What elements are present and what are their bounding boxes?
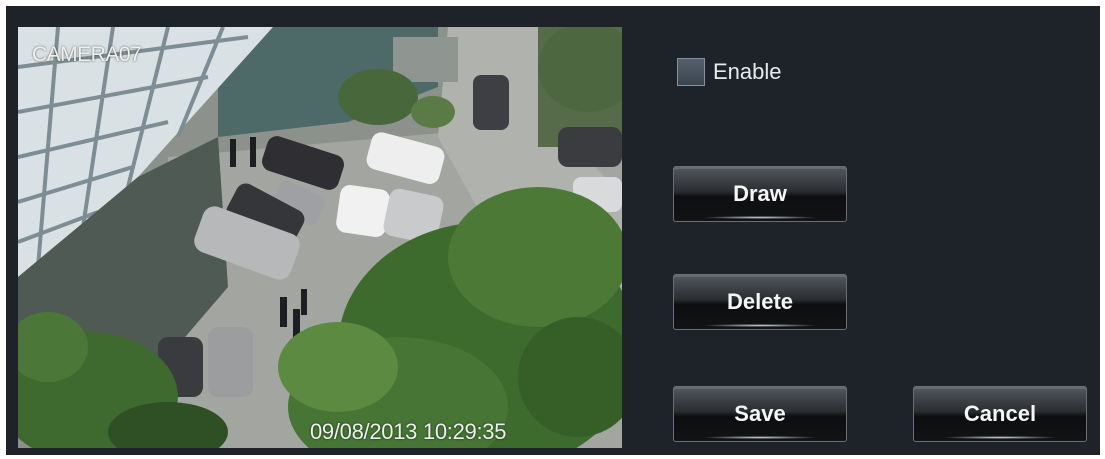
- delete-button[interactable]: Delete: [673, 274, 847, 330]
- cancel-button[interactable]: Cancel: [913, 386, 1087, 442]
- motion-detection-panel: CAMERA07 09/08/2013 10:29:35 Enable Draw…: [6, 6, 1100, 455]
- timestamp-overlay: 09/08/2013 10:29:35: [310, 419, 507, 444]
- enable-toggle[interactable]: Enable: [677, 58, 782, 86]
- camera-preview[interactable]: CAMERA07 09/08/2013 10:29:35: [18, 27, 622, 448]
- enable-checkbox[interactable]: [677, 58, 705, 86]
- enable-label: Enable: [713, 59, 782, 84]
- camera-scene-image: [18, 27, 622, 448]
- camera-name-overlay: CAMERA07: [32, 43, 142, 66]
- draw-button[interactable]: Draw: [673, 166, 847, 222]
- save-button[interactable]: Save: [673, 386, 847, 442]
